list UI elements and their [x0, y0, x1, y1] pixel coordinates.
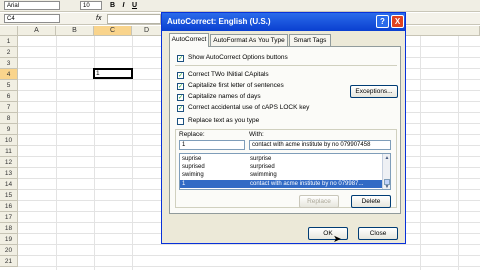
row-header[interactable]: 16 — [0, 201, 18, 212]
font-name-box[interactable]: Arial — [4, 1, 60, 10]
help-button[interactable]: ? — [376, 15, 389, 28]
dialog-title: AutoCorrect: English (U.S.) — [162, 13, 405, 31]
underline-button[interactable]: U — [130, 1, 139, 10]
tab-autoformat[interactable]: AutoFormat As You Type — [210, 34, 288, 46]
select-all-corner[interactable] — [0, 26, 18, 36]
divider — [175, 65, 397, 66]
row-header[interactable]: 11 — [0, 146, 18, 157]
tab-smart-tags[interactable]: Smart Tags — [289, 34, 331, 46]
autocorrect-panel: ✓ Show AutoCorrect Options buttons ✓ Cor… — [169, 46, 401, 214]
column-header-d[interactable]: D — [132, 26, 162, 36]
replace-button[interactable]: Replace — [299, 195, 339, 208]
option-checkbox-two-initial[interactable]: ✓ — [177, 72, 184, 79]
option-checkbox-caps-lock[interactable]: ✓ — [177, 105, 184, 112]
row-header[interactable]: 9 — [0, 124, 18, 135]
column-header-b[interactable]: B — [56, 26, 94, 36]
exceptions-button[interactable]: Exceptions... — [350, 85, 398, 98]
italic-button[interactable]: I — [119, 1, 128, 10]
row-header[interactable]: 12 — [0, 157, 18, 168]
row-header[interactable]: 17 — [0, 212, 18, 223]
grid-line — [458, 36, 459, 270]
bold-button[interactable]: B — [108, 1, 117, 10]
row-header[interactable]: 13 — [0, 168, 18, 179]
with-label: With: — [249, 131, 264, 138]
grid-line — [18, 244, 480, 245]
show-buttons-checkbox[interactable]: ✓ — [177, 55, 184, 62]
autocorrect-entries-list[interactable]: suprise surprise suprised surprised swimin… — [179, 153, 391, 190]
option-label-two-initial: Correct TWo INitial CApitals — [188, 71, 269, 78]
option-label-first-letter: Capitalize first letter of sentences — [188, 82, 284, 89]
option-checkbox-first-letter[interactable]: ✓ — [177, 83, 184, 90]
column-header-a[interactable]: A — [18, 26, 56, 36]
list-item[interactable]: suprise surprise — [180, 155, 384, 163]
column-header-c[interactable]: C — [94, 26, 132, 36]
row-header[interactable]: 3 — [0, 58, 18, 69]
close-icon[interactable]: X — [391, 15, 404, 28]
scroll-up-icon[interactable]: ▲ — [384, 155, 390, 161]
replace-text-checkbox[interactable] — [177, 118, 184, 125]
grid-line — [18, 266, 480, 267]
column-header-right — [406, 26, 480, 36]
replace-text-label: Replace text as you type — [188, 117, 260, 124]
delete-button[interactable]: Delete — [351, 195, 391, 208]
show-buttons-label: Show AutoCorrect Options buttons — [188, 54, 288, 61]
row-header[interactable]: 5 — [0, 80, 18, 91]
row-header[interactable]: 19 — [0, 234, 18, 245]
formatting-toolbar: Arial 10 B I U — [0, 0, 480, 12]
list-item[interactable]: swiming swimming — [180, 171, 384, 179]
replace-label: Replace: — [179, 131, 205, 138]
row-header[interactable]: 2 — [0, 47, 18, 58]
list-item[interactable]: suprised surprised — [180, 163, 384, 171]
grid-line — [18, 255, 480, 256]
active-cell-c4[interactable]: 1 — [93, 68, 133, 79]
row-header[interactable]: 8 — [0, 113, 18, 124]
row-header[interactable]: 4 — [0, 69, 18, 80]
name-box[interactable]: C4 — [4, 14, 60, 23]
with-input[interactable]: contact with acme institute by no 079907… — [249, 140, 391, 150]
mouse-cursor-icon: ➤ — [333, 234, 342, 245]
row-header[interactable]: 7 — [0, 102, 18, 113]
ok-button[interactable]: OK — [308, 227, 348, 240]
option-label-caps-lock: Correct accidental use of cAPS LOCK key — [188, 104, 310, 111]
fx-icon[interactable]: fx — [96, 15, 101, 22]
row-header[interactable]: 15 — [0, 190, 18, 201]
option-checkbox-names-days[interactable]: ✓ — [177, 94, 184, 101]
close-button[interactable]: Close — [358, 227, 398, 240]
font-size-box[interactable]: 10 — [80, 1, 102, 10]
scroll-down-icon[interactable]: ▼ — [384, 184, 390, 189]
row-header[interactable]: 10 — [0, 135, 18, 146]
row-header[interactable]: 18 — [0, 223, 18, 234]
autocorrect-dialog: AutoCorrect: English (U.S.) ? X AutoCorr… — [161, 12, 406, 245]
list-item-selected[interactable]: 1 contact with acme institute by no 07998… — [180, 180, 384, 188]
row-header[interactable]: 14 — [0, 179, 18, 190]
grid-line — [56, 36, 57, 270]
formula-input[interactable] — [107, 14, 161, 24]
replace-input[interactable]: 1 — [179, 140, 245, 150]
tab-autocorrect[interactable]: AutoCorrect — [169, 33, 209, 47]
row-header[interactable]: 20 — [0, 245, 18, 256]
row-header[interactable]: 21 — [0, 256, 18, 267]
row-header[interactable]: 6 — [0, 91, 18, 102]
option-label-names-days: Capitalize names of days — [188, 93, 261, 100]
row-header[interactable]: 1 — [0, 36, 18, 47]
list-scrollbar[interactable]: ▲ ▼ — [382, 154, 390, 189]
grid-line — [420, 36, 421, 270]
